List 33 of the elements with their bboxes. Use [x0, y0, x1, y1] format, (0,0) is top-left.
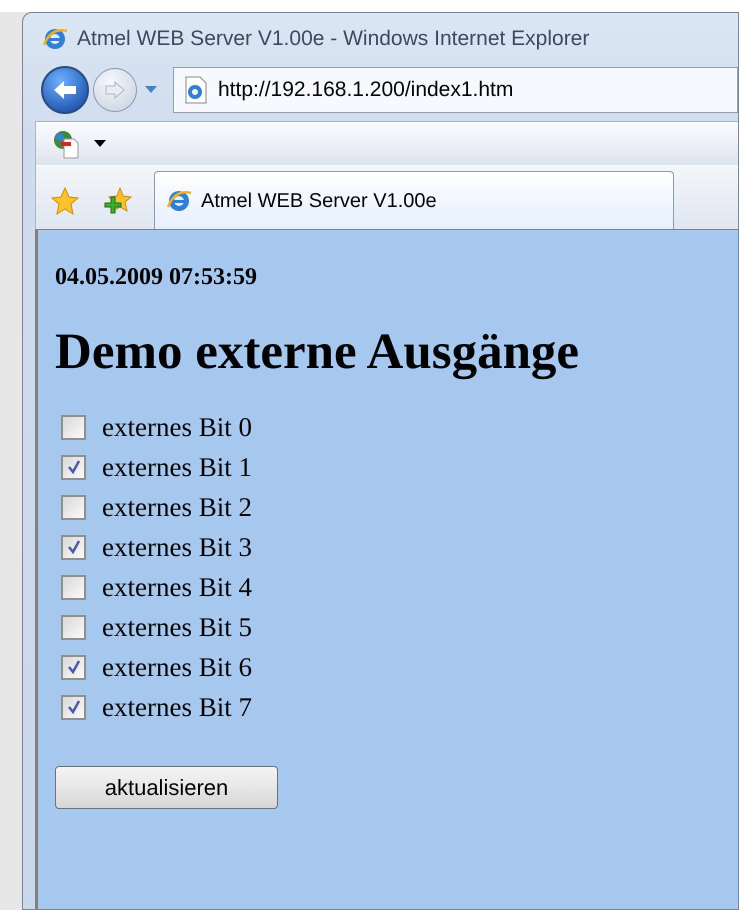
- checkbox-label: externes Bit 3: [102, 531, 252, 563]
- checkbox[interactable]: [61, 494, 86, 520]
- window-title: Atmel WEB Server V1.00e - Windows Internet Explorer: [77, 26, 590, 52]
- check-icon: [66, 699, 82, 715]
- checkbox-label: externes Bit 4: [102, 571, 252, 603]
- dropdown-arrow-icon[interactable]: [94, 140, 106, 148]
- checkbox-label: externes Bit 0: [102, 411, 252, 443]
- checkbox[interactable]: [61, 534, 86, 560]
- check-icon: [66, 659, 82, 675]
- checkbox[interactable]: [61, 614, 86, 640]
- checkbox[interactable]: [61, 414, 86, 440]
- checkbox-label: externes Bit 7: [102, 691, 252, 723]
- checkbox-label: externes Bit 5: [102, 611, 252, 643]
- checkbox[interactable]: [61, 574, 86, 600]
- timestamp: 04.05.2009 07:53:59: [55, 263, 257, 292]
- refresh-button[interactable]: aktualisieren: [55, 766, 278, 809]
- check-icon: [66, 459, 82, 475]
- globe-document-icon[interactable]: [52, 128, 80, 158]
- back-button[interactable]: [41, 66, 89, 114]
- add-favorite-icon[interactable]: [102, 186, 132, 216]
- checkbox-label: externes Bit 6: [102, 651, 252, 683]
- page-heading: Demo externe Ausgänge: [55, 323, 580, 382]
- checkbox[interactable]: [61, 654, 86, 680]
- address-field[interactable]: http://192.168.1.200/index1.htm: [173, 67, 738, 113]
- right-arrow-icon: [104, 81, 126, 99]
- browser-tab[interactable]: Atmel WEB Server V1.00e: [154, 171, 674, 229]
- checkbox-label: externes Bit 2: [102, 491, 252, 523]
- checkbox-label: externes Bit 1: [102, 451, 252, 483]
- check-icon: [66, 539, 82, 555]
- checkbox[interactable]: [61, 694, 86, 720]
- star-icon[interactable]: [50, 186, 80, 216]
- checkbox[interactable]: [61, 454, 86, 480]
- left-arrow-icon: [52, 79, 78, 101]
